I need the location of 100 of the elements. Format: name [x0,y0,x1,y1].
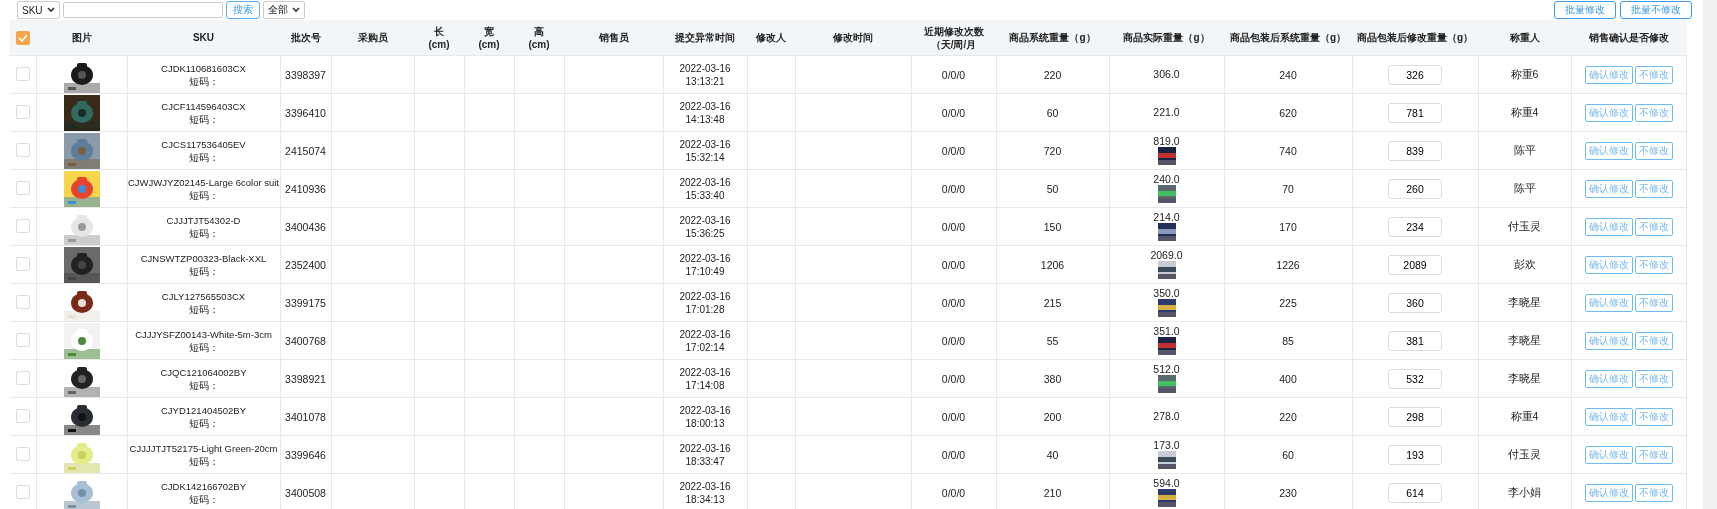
batch-number: 3401078 [285,410,326,423]
batch-number: 3398397 [285,68,326,81]
confirm-button[interactable]: 确认修改 [1584,217,1633,236]
column-header: 称重人 [1509,31,1540,44]
confirm-button[interactable]: 确认修改 [1584,293,1633,312]
confirm-button[interactable]: 确认修改 [1584,407,1633,426]
confirm-button[interactable]: 确认修改 [1584,331,1633,350]
modified-weight-field[interactable]: 360 [1388,292,1442,313]
row-checkbox[interactable] [15,218,30,233]
modified-weight-field[interactable]: 839 [1388,140,1442,161]
column-header: 商品实际重量（g） [1123,31,1210,44]
row-checkbox[interactable] [15,180,30,195]
reject-button[interactable]: 不修改 [1634,445,1673,464]
sku-text: CJJJYSFZ00143-White-5m-3cm [135,327,272,341]
column-header: 修改人 [756,31,786,44]
row-checkbox[interactable] [15,370,30,385]
row-checkbox[interactable] [15,294,30,309]
modified-weight-field[interactable]: 298 [1388,406,1442,427]
row-checkbox[interactable] [15,256,30,271]
system-weight: 55 [1046,334,1059,347]
batch-button[interactable]: 批量不修改 [1620,1,1692,19]
weigher-name: 李小娟 [1508,485,1541,498]
short-code-label: 短码： [188,416,219,430]
recent-change-count: 0/0/0 [941,258,966,271]
weigher-name: 李晓星 [1508,295,1541,308]
row-checkbox[interactable] [15,484,30,499]
packed-system-weight: 230 [1279,486,1297,499]
column-header: 高 (cm) [527,24,551,51]
confirm-button[interactable]: 确认修改 [1584,445,1633,464]
submit-time: 2022-03-16 15:32:14 [678,137,732,164]
recent-change-count: 0/0/0 [941,486,966,499]
short-code-label: 短码： [188,74,219,88]
reject-button[interactable]: 不修改 [1634,331,1673,350]
search-button[interactable]: 搜索 [225,1,260,19]
actual-weight: 350.0 [1153,288,1180,299]
confirm-button[interactable]: 确认修改 [1584,103,1633,122]
reject-button[interactable]: 不修改 [1634,103,1673,122]
search-field[interactable] [62,2,223,18]
select-all-checkbox[interactable] [15,30,30,45]
filter-select[interactable]: 全部 [262,1,305,19]
weigher-name: 称重6 [1510,67,1539,80]
batch-number: 2415074 [285,144,326,157]
weigher-name: 陈平 [1513,181,1536,194]
search-type-select[interactable]: SKU [17,1,60,19]
reject-button[interactable]: 不修改 [1634,255,1673,274]
batch-number: 3396410 [285,106,326,119]
modified-weight-field[interactable]: 260 [1388,178,1442,199]
reject-button[interactable]: 不修改 [1634,217,1673,236]
reject-button[interactable]: 不修改 [1634,65,1673,84]
column-header: 修改时间 [833,31,873,44]
row-checkbox[interactable] [15,408,30,423]
packed-system-weight: 620 [1279,106,1297,119]
row-checkbox[interactable] [15,332,30,347]
confirm-button[interactable]: 确认修改 [1584,179,1633,198]
reject-button[interactable]: 不修改 [1634,293,1673,312]
packed-system-weight: 170 [1279,220,1297,233]
column-header: 商品系统重量（g） [1009,31,1096,44]
weigher-name: 陈平 [1513,143,1536,156]
actual-weight: 173.0 [1153,440,1180,451]
sku-text: CJCF114596403CX [161,99,246,113]
confirm-button[interactable]: 确认修改 [1584,65,1633,84]
reject-button[interactable]: 不修改 [1634,179,1673,198]
modified-weight-field[interactable]: 326 [1388,64,1442,85]
short-code-label: 短码： [188,302,219,316]
short-code-label: 短码： [188,150,219,164]
modified-weight-field[interactable]: 781 [1388,102,1442,123]
system-weight: 220 [1043,68,1062,81]
sku-text: CJWJWJYZ02145-Large 6color suit [128,175,279,189]
sku-text: CJJJJTJT52175-Light Green-20cm [129,441,278,455]
modified-weight-field[interactable]: 2089 [1388,254,1442,275]
batch-number: 3400436 [285,220,326,233]
modified-weight-field[interactable]: 381 [1388,330,1442,351]
caret-icon [291,7,300,13]
modified-weight-field[interactable]: 193 [1388,444,1442,465]
batch-button[interactable]: 批量修改 [1554,1,1616,19]
confirm-button[interactable]: 确认修改 [1584,483,1633,502]
submit-time: 2022-03-16 17:02:14 [678,327,732,354]
confirm-button[interactable]: 确认修改 [1584,255,1633,274]
modified-weight-field[interactable]: 234 [1388,216,1442,237]
submit-time: 2022-03-16 18:34:13 [678,479,732,506]
row-checkbox[interactable] [15,66,30,81]
system-weight: 60 [1046,106,1059,119]
system-weight: 380 [1043,372,1062,385]
row-checkbox[interactable] [15,104,30,119]
confirm-button[interactable]: 确认修改 [1584,141,1633,160]
submit-time: 2022-03-16 13:13:21 [678,61,732,88]
reject-button[interactable]: 不修改 [1634,369,1673,388]
modified-weight-field[interactable]: 614 [1388,482,1442,503]
confirm-button[interactable]: 确认修改 [1584,369,1633,388]
row-checkbox[interactable] [15,142,30,157]
sku-text: CJLY127565503CX [161,289,246,303]
reject-button[interactable]: 不修改 [1634,483,1673,502]
reject-button[interactable]: 不修改 [1634,407,1673,426]
modified-weight-field[interactable]: 532 [1388,368,1442,389]
row-checkbox[interactable] [15,446,30,461]
system-weight: 210 [1043,486,1062,499]
reject-button[interactable]: 不修改 [1634,141,1673,160]
packed-system-weight: 85 [1282,334,1294,347]
packed-system-weight: 220 [1279,410,1297,423]
short-code-label: 短码： [188,112,219,126]
